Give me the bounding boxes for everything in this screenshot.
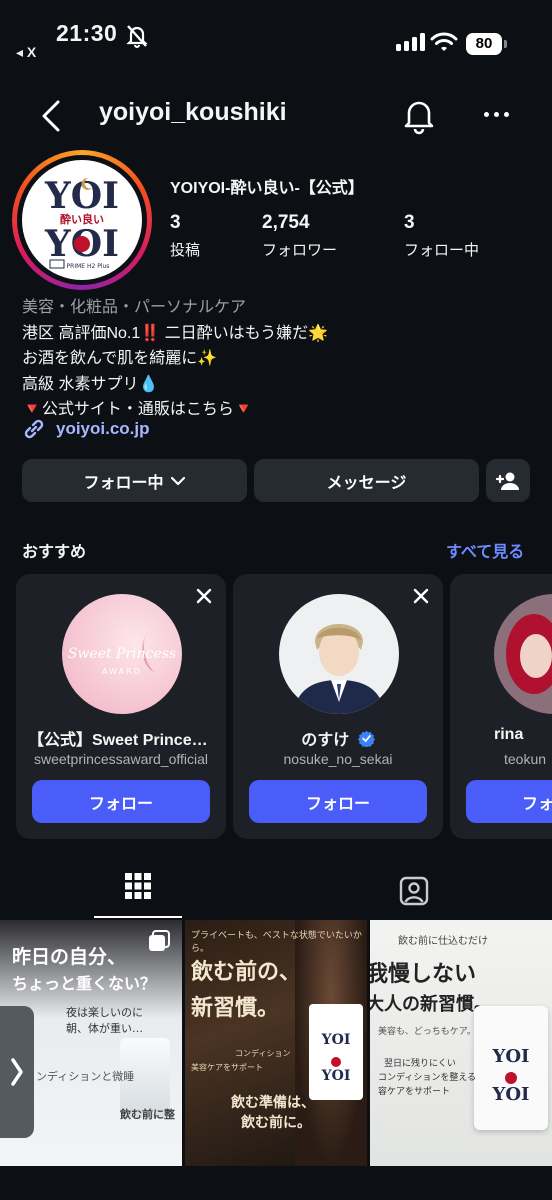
stat-followers[interactable]: 2,754 フォロワー xyxy=(262,212,337,260)
post-text: コンディションを整える xyxy=(378,1073,477,1083)
wifi-icon xyxy=(430,32,458,51)
tagged-person-icon xyxy=(399,876,429,906)
suggested-name: 【公式】Sweet Princess Award xyxy=(28,732,226,749)
chevron-down-icon xyxy=(170,476,185,485)
stat-posts[interactable]: 3 投稿 xyxy=(170,212,200,260)
follow-button[interactable]: フォロー xyxy=(249,780,427,823)
battery-indicator: 80 xyxy=(466,33,507,55)
suggested-account-card[interactable]: のすけ nosuke_no_sekai フォロー xyxy=(233,574,443,839)
profile-website-link[interactable]: yoiyoi.co.jp xyxy=(22,417,150,441)
cellular-signal-icon xyxy=(396,33,425,51)
post-subheadline: ちょっと重くない？ xyxy=(12,974,157,993)
post-subheadline: 新習慣。 xyxy=(191,995,280,1021)
stat-posts-label: 投稿 xyxy=(170,242,201,259)
yoi-logo-icon: YOI 酔い良い YOI PRIME H2 Plus xyxy=(44,175,119,270)
svg-text:YOI: YOI xyxy=(492,1084,530,1105)
post-thumbnail[interactable]: プライベートも、ベストな状態でいたいから。 飲む前の、 新習慣。 YOI YOI … xyxy=(185,920,367,1166)
profile-avatar-story-ring[interactable]: YOI 酔い良い YOI PRIME H2 Plus xyxy=(12,150,152,290)
profile-bio: 美容・化粧品・パーソナルケア 港区 高評価No.1‼️ 二日酔いはもう嫌だ🌟 お… xyxy=(22,295,328,423)
post-headline: 昨日の自分、 xyxy=(12,946,127,968)
profile-category: 美容・化粧品・パーソナルケア xyxy=(22,299,247,316)
bell-icon[interactable] xyxy=(402,97,436,135)
carousel-icon xyxy=(149,930,170,951)
post-top-text: プライベートも、ベストな状態でいたいから。 xyxy=(191,931,362,954)
suggest-users-button[interactable] xyxy=(486,459,530,502)
status-bar: 21:30 ◂ X 80 xyxy=(0,0,552,80)
website-link-text: yoiyoi.co.jp xyxy=(56,419,150,438)
award-logo-text: AWARD xyxy=(102,667,142,676)
close-icon[interactable] xyxy=(413,588,429,604)
tab-tagged[interactable] xyxy=(370,860,458,918)
bio-line: 港区 高評価No.1‼️ 二日酔いはもう嫌だ🌟 xyxy=(22,324,329,342)
bio-line: 高級 水素サプリ💧 xyxy=(22,375,159,393)
bottom-spacer xyxy=(0,1166,552,1200)
post-text: コンディション xyxy=(235,1049,291,1058)
suggested-handle: teokun xyxy=(504,751,547,767)
stat-following[interactable]: 3 フォロー中 xyxy=(404,212,479,260)
post-headline: 我慢しない xyxy=(370,961,477,987)
svg-text:YOI: YOI xyxy=(321,1068,351,1084)
post-text: 朝、体が重い… xyxy=(66,1022,143,1035)
verified-badge-icon xyxy=(357,730,375,748)
grid-icon xyxy=(125,873,151,899)
chevron-right-icon xyxy=(11,1058,23,1086)
bell-slash-icon xyxy=(126,25,148,48)
post-text: 翌日に残りにくい xyxy=(384,1059,456,1069)
more-options-icon[interactable] xyxy=(484,112,509,117)
post-text: 飲む前に整 xyxy=(120,1108,175,1121)
profile-display-name: YOIYOI-酔い良い-【公式】 xyxy=(170,180,364,197)
svg-text:YOI: YOI xyxy=(492,1046,530,1067)
stat-followers-label: フォロワー xyxy=(262,242,338,259)
post-thumbnail[interactable]: 飲む前に仕込むだけ 我慢しない 大人の新習慣。 美容も、どっちもケア。 YOI Y… xyxy=(370,920,552,1166)
post-text: 夜は楽しいのに xyxy=(66,1006,143,1019)
stat-following-count: 3 xyxy=(404,212,415,233)
side-panel-handle[interactable] xyxy=(0,1006,34,1138)
following-button[interactable]: フォロー中 xyxy=(22,459,247,502)
post-headline: 飲む前の、 xyxy=(191,959,302,985)
post-text: 飲む前に。 xyxy=(241,1115,311,1131)
back-arrow-icon[interactable] xyxy=(36,96,72,136)
stat-following-label: フォロー中 xyxy=(404,242,480,259)
message-button[interactable]: メッセージ xyxy=(254,459,479,502)
post-top-text: 飲む前に仕込むだけ xyxy=(398,936,488,947)
status-time: 21:30 xyxy=(56,20,118,46)
post-text: 飲む準備は、 xyxy=(231,1095,315,1111)
suggested-handle: sweetprincessaward_official xyxy=(33,751,209,767)
suggested-name-text: のすけ xyxy=(301,732,350,749)
back-to-app-button[interactable]: ◂ X xyxy=(16,44,36,61)
post-text: ンディションと微睡 xyxy=(36,1070,135,1083)
avatar: YOI 酔い良い YOI PRIME H2 Plus xyxy=(22,160,142,280)
suggested-name: のすけ xyxy=(233,726,443,750)
sweet-princess-logo-text: Sweet Princess xyxy=(68,646,176,662)
suggested-account-card[interactable]: rina teokun フォロー xyxy=(450,574,552,839)
recommended-title: おすすめ xyxy=(22,544,87,561)
post-text: 容ケアをサポート xyxy=(378,1087,451,1097)
link-icon xyxy=(24,419,44,439)
suggested-avatar xyxy=(494,594,552,714)
suggested-avatar: Sweet Princess AWARD xyxy=(62,594,182,714)
add-person-icon xyxy=(496,472,519,490)
message-label: メッセージ xyxy=(326,474,407,492)
suggested-handle: nosuke_no_sekai xyxy=(283,751,393,767)
post-text: 美容ケアをサポート xyxy=(191,1063,263,1072)
stat-followers-count: 2,754 xyxy=(262,212,310,233)
post-text: 美容も、どっちもケア。 xyxy=(378,1027,476,1037)
svg-text:PRIME H2 Plus: PRIME H2 Plus xyxy=(67,263,110,270)
bio-line: お酒を飲んで肌を綺麗に✨ xyxy=(22,350,218,367)
follow-button[interactable]: フォロー xyxy=(32,780,210,823)
suggested-avatar xyxy=(279,594,399,714)
follow-button[interactable]: フォロー xyxy=(466,780,552,823)
svg-text:YOI: YOI xyxy=(321,1032,351,1048)
suggested-name: rina xyxy=(494,726,524,743)
profile-username: yoiyoi_koushiki xyxy=(99,98,287,126)
tab-posts-grid[interactable] xyxy=(94,860,182,918)
close-icon[interactable] xyxy=(196,588,212,604)
stat-posts-count: 3 xyxy=(170,212,181,233)
see-all-link[interactable]: すべて見る xyxy=(446,538,524,562)
suggested-account-card[interactable]: Sweet Princess AWARD 【公式】Sweet Princess … xyxy=(16,574,226,839)
following-label: フォロー中 xyxy=(83,474,164,492)
svg-text:YOI: YOI xyxy=(44,175,119,217)
